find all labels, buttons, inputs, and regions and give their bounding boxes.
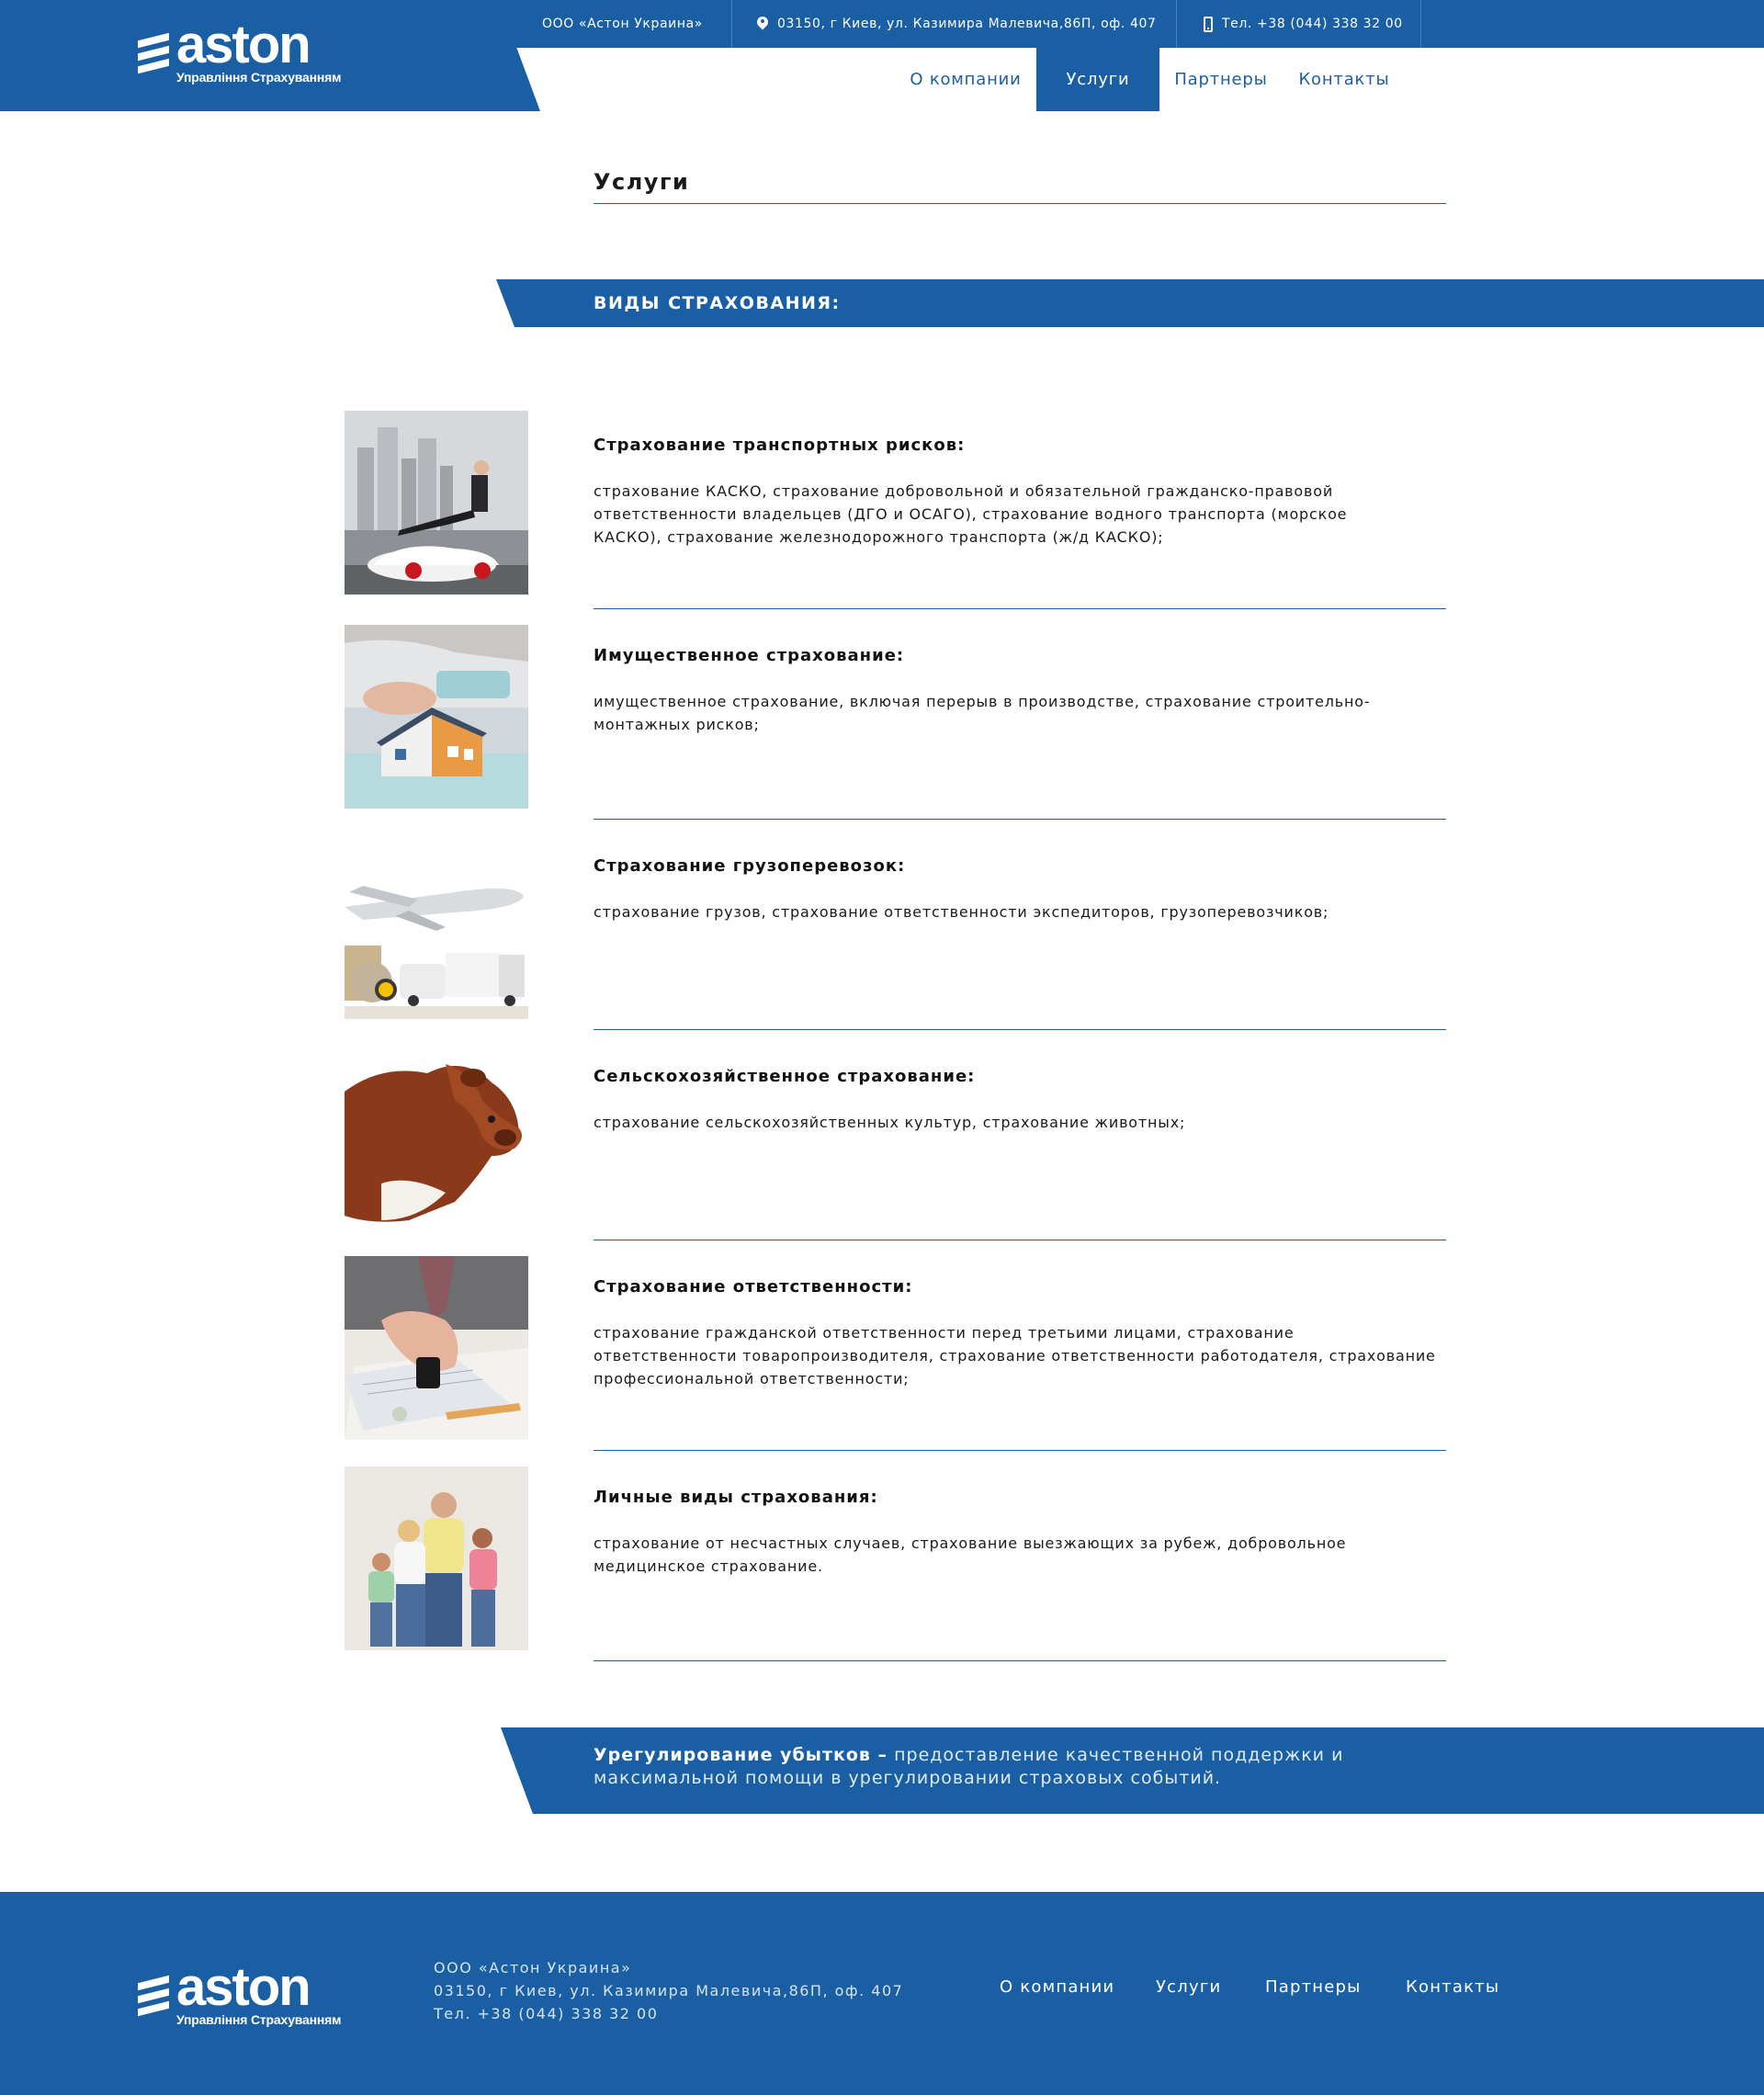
nav-services[interactable]: Услуги xyxy=(1036,48,1159,111)
liability-insurance-image xyxy=(345,1256,528,1440)
service-description: имущественное страхование, включая перер… xyxy=(594,693,1371,733)
service-title: Личные виды страхования: xyxy=(594,1488,878,1507)
service-title: Страхование грузоперевозок: xyxy=(594,856,906,876)
service-divider xyxy=(594,819,1446,820)
header-logo[interactable]: aston Управління Страхуванням xyxy=(138,15,342,85)
title-divider xyxy=(594,203,1446,204)
nav-about[interactable]: О компании xyxy=(895,48,1036,111)
footer-company: ООО «Астон Украина» xyxy=(434,1959,632,1976)
info-divider xyxy=(731,0,732,48)
logo-mark-icon xyxy=(138,32,169,74)
mobile-phone-icon xyxy=(1204,16,1213,32)
nav-partners[interactable]: Партнеры xyxy=(1159,48,1283,111)
claims-line2: максимальной помощи в урегулировании стр… xyxy=(594,1768,1222,1788)
cargo-insurance-image xyxy=(345,835,528,1019)
footer-phone[interactable]: Тел. +38 (044) 338 32 00 xyxy=(434,2005,658,2022)
footer-nav-services[interactable]: Услуги xyxy=(1156,1977,1221,1997)
service-title: Страхование транспортных рисков: xyxy=(594,436,966,455)
page-title: Услуги xyxy=(594,169,690,195)
footer-nav-about[interactable]: О компании xyxy=(1000,1977,1114,1997)
service-description: страхование КАСКО, страхование доброволь… xyxy=(594,482,1348,546)
service-divider xyxy=(594,1450,1446,1451)
map-pin-icon xyxy=(757,17,768,31)
logo-wordmark: aston xyxy=(176,1957,311,2017)
info-divider xyxy=(1176,0,1177,48)
property-insurance-image xyxy=(345,625,528,809)
claims-lead: Урегулирование убытков – xyxy=(594,1745,888,1765)
topbar-address: 03150, г Киев, ул. Казимира Малевича,86П… xyxy=(757,0,1157,48)
service-divider xyxy=(594,1660,1446,1661)
logo-mark-icon xyxy=(138,1975,169,2017)
service-description: страхование сельскохозяйственных культур… xyxy=(594,1114,1186,1131)
service-description: страхование грузов, страхование ответств… xyxy=(594,903,1329,921)
service-divider xyxy=(594,1029,1446,1030)
nav-contacts[interactable]: Контакты xyxy=(1283,48,1406,111)
claims-line1: предоставление качественной поддержки и xyxy=(894,1745,1344,1765)
service-description: страхование гражданской ответственности … xyxy=(594,1324,1436,1387)
info-divider xyxy=(1420,0,1421,48)
footer-address: 03150, г Киев, ул. Казимира Малевича,86П… xyxy=(434,1982,904,1999)
service-title: Имущественное страхование: xyxy=(594,646,905,665)
service-description: страхование от несчастных случаев, страх… xyxy=(594,1534,1347,1575)
personal-insurance-image xyxy=(345,1466,528,1650)
footer-nav-contacts[interactable]: Контакты xyxy=(1406,1977,1499,1997)
service-divider xyxy=(594,608,1446,609)
transport-insurance-image xyxy=(345,411,528,595)
logo-wordmark: aston xyxy=(176,15,311,74)
footer-nav-partners[interactable]: Партнеры xyxy=(1265,1977,1362,1997)
logo-tagline: Управління Страхуванням xyxy=(176,70,342,85)
topbar-company: ООО «Астон Украина» xyxy=(542,17,703,31)
logo-tagline: Управління Страхуванням xyxy=(176,2012,342,2027)
topbar-phone[interactable]: Тел. +38 (044) 338 32 00 xyxy=(1204,0,1403,48)
footer-logo[interactable]: aston Управління Страхуванням xyxy=(138,1957,342,2027)
agriculture-insurance-image xyxy=(345,1046,528,1229)
service-title: Сельскохозяйственное страхование: xyxy=(594,1067,976,1086)
claims-text: Урегулирование убытков – предоставление … xyxy=(594,1744,1420,1790)
section-heading: ВИДЫ СТРАХОВАНИЯ: xyxy=(594,293,841,313)
service-title: Страхование ответственности: xyxy=(594,1277,913,1297)
